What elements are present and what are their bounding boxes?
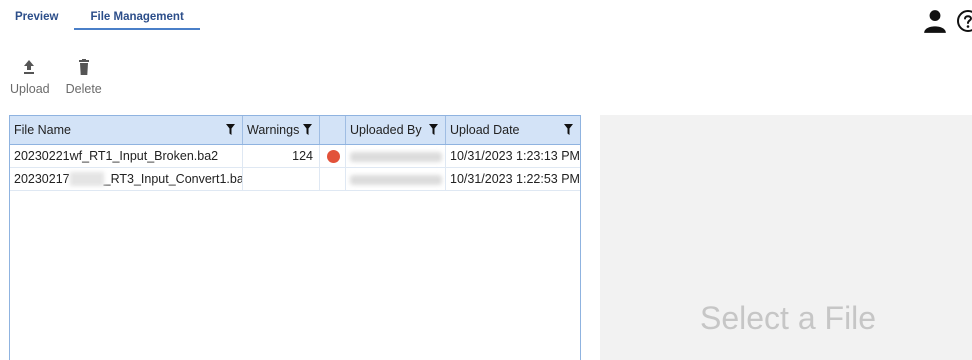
status-cell	[320, 168, 346, 190]
tab-bar: Preview File Management	[0, 0, 200, 34]
upload-date-cell: 10/31/2023 1:22:53 PM	[450, 172, 580, 186]
tab-preview[interactable]: Preview	[0, 0, 74, 30]
status-cell	[320, 145, 346, 167]
redacted-text	[69, 172, 104, 186]
help-icon[interactable]	[956, 9, 972, 33]
file-name-cell: 20230221wf_RT1_Input_Broken.ba2	[10, 145, 243, 167]
filter-icon[interactable]	[303, 124, 312, 135]
upload-icon	[23, 60, 34, 74]
toolbar: Upload Delete	[10, 58, 118, 96]
file-name-cell: 20230217 _RT3_Input_Convert1.ba2	[10, 168, 243, 190]
upload-button[interactable]: Upload	[10, 58, 50, 96]
filter-icon[interactable]	[429, 124, 438, 135]
error-status-icon	[327, 150, 340, 163]
uploaded-by-cell	[346, 145, 446, 167]
upload-label: Upload	[10, 82, 50, 96]
redacted-name	[350, 175, 442, 185]
user-icon[interactable]	[922, 8, 948, 34]
column-header-upload-date[interactable]: Upload Date	[446, 116, 580, 144]
tab-file-management[interactable]: File Management	[74, 0, 200, 30]
warnings-cell: 124	[243, 145, 320, 167]
file-preview-panel: Select a File	[600, 115, 972, 360]
warnings-cell	[243, 168, 320, 190]
redacted-name	[350, 152, 442, 162]
preview-placeholder: Select a File	[700, 300, 877, 336]
column-header-file-name[interactable]: File Name	[10, 116, 243, 144]
table-row[interactable]: 20230221wf_RT1_Input_Broken.ba2 124 10/3…	[10, 145, 580, 168]
delete-label: Delete	[65, 82, 102, 96]
filter-icon[interactable]	[564, 124, 573, 135]
table-row[interactable]: 20230217 _RT3_Input_Convert1.ba2 10/31/20…	[10, 168, 580, 191]
column-header-warnings[interactable]: Warnings	[243, 116, 320, 144]
uploaded-by-cell	[346, 168, 446, 190]
column-header-status	[320, 116, 346, 144]
header-actions	[922, 8, 972, 34]
file-grid: File Name Warnings Uploaded By Upload Da…	[9, 115, 581, 360]
column-header-uploaded-by[interactable]: Uploaded By	[346, 116, 446, 144]
delete-button[interactable]: Delete	[66, 58, 102, 96]
filter-icon[interactable]	[226, 124, 235, 135]
upload-date-cell: 10/31/2023 1:23:13 PM	[450, 149, 580, 163]
grid-header: File Name Warnings Uploaded By Upload Da…	[10, 116, 580, 145]
trash-icon	[78, 59, 89, 75]
